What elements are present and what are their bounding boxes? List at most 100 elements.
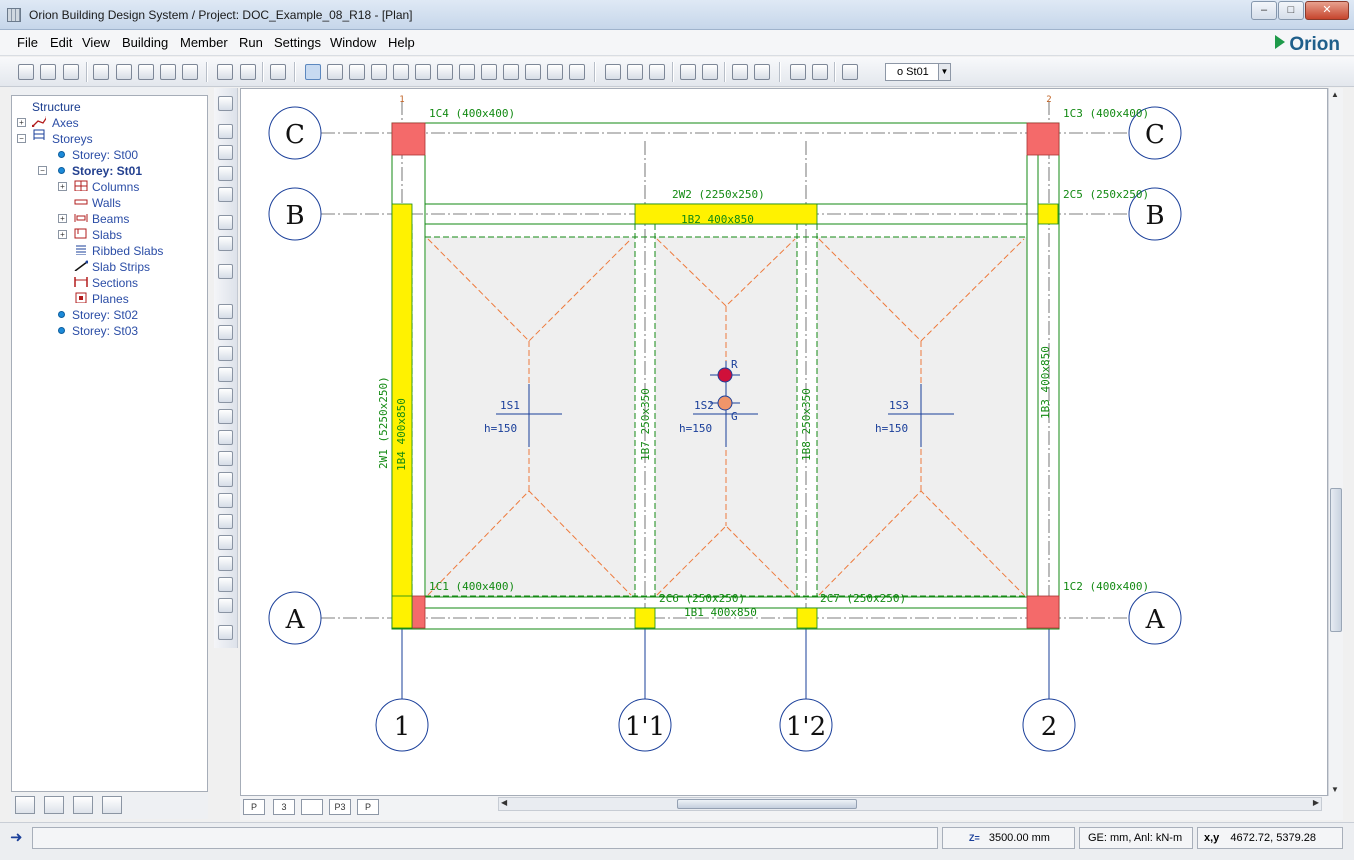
chevron-down-icon[interactable]: ▼ — [938, 64, 950, 80]
layer-tool-3-icon[interactable] — [218, 346, 233, 361]
copy-icon[interactable] — [116, 64, 132, 80]
ribbed-slab-icon[interactable] — [437, 64, 453, 80]
scroll-left-icon[interactable]: ◀ — [501, 798, 507, 807]
dxf-icon[interactable] — [182, 64, 198, 80]
menu-building[interactable]: Building — [122, 35, 168, 50]
grid-icon[interactable] — [754, 64, 770, 80]
collapse-icon[interactable]: − — [38, 166, 47, 175]
zoom-extents-icon[interactable] — [218, 187, 233, 202]
menu-help[interactable]: Help — [388, 35, 415, 50]
move-icon[interactable] — [218, 215, 233, 230]
layer-tool-1-icon[interactable] — [218, 304, 233, 319]
deselect-icon[interactable] — [270, 64, 286, 80]
column-2c5[interactable] — [1037, 203, 1059, 225]
analysis-tab-icon[interactable] — [44, 796, 64, 814]
tree-item-beams[interactable]: Beams — [92, 212, 129, 226]
plan-drawing[interactable]: C B A C B A 1 1'1 1'2 2 1 2 1C4 (400x400… — [241, 89, 1328, 796]
list-icon[interactable] — [790, 64, 806, 80]
wall-tool-icon[interactable] — [371, 64, 387, 80]
plane-icon[interactable] — [569, 64, 585, 80]
layer-tool-11-icon[interactable] — [218, 514, 233, 529]
window-icon[interactable] — [812, 64, 828, 80]
tree-item-storey-st00[interactable]: Storey: St00 — [72, 148, 138, 162]
layer-tool-8-icon[interactable] — [218, 451, 233, 466]
expand-icon[interactable]: + — [58, 182, 67, 191]
tree-panel-grip[interactable] — [11, 87, 208, 95]
undo-icon[interactable] — [217, 64, 233, 80]
horizontal-scrollbar[interactable]: ◀ ▶ — [498, 797, 1322, 811]
stair-icon[interactable] — [525, 64, 541, 80]
zoom-previous-icon[interactable] — [218, 145, 233, 160]
tree-item-sections[interactable]: Sections — [92, 276, 138, 290]
tree-item-walls[interactable]: Walls — [92, 196, 121, 210]
zoom-out-icon[interactable] — [218, 166, 233, 181]
column-2c7[interactable] — [796, 607, 818, 629]
open-folder-icon[interactable] — [40, 64, 56, 80]
layer-tool-5-icon[interactable] — [218, 388, 233, 403]
design-tab-icon[interactable] — [73, 796, 93, 814]
expand-icon[interactable]: + — [17, 118, 26, 127]
column-tool-icon[interactable] — [349, 64, 365, 80]
structure-tab-icon[interactable] — [15, 796, 35, 814]
tree-item-slabs[interactable]: Slabs — [92, 228, 122, 242]
collapse-icon[interactable]: − — [17, 134, 26, 143]
layer-tool-14-icon[interactable] — [218, 577, 233, 592]
app-icon[interactable] — [7, 8, 21, 22]
layer-tool-9-icon[interactable] — [218, 472, 233, 487]
column-1c4[interactable] — [391, 122, 426, 156]
rebar-icon[interactable] — [702, 64, 718, 80]
zoom-window-icon[interactable] — [218, 124, 233, 139]
draw-line-icon[interactable] — [327, 64, 343, 80]
menu-window[interactable]: Window — [330, 35, 376, 50]
palette-icon[interactable] — [218, 264, 233, 279]
column-1c1[interactable] — [411, 595, 426, 629]
menu-run[interactable]: Run — [239, 35, 263, 50]
minimize-button[interactable]: – — [1251, 1, 1277, 20]
foundation-icon[interactable] — [547, 64, 563, 80]
frame-icon[interactable] — [503, 64, 519, 80]
menu-view[interactable]: View — [82, 35, 110, 50]
tree-item-planes[interactable]: Planes — [92, 292, 129, 306]
expand-icon[interactable]: + — [58, 230, 67, 239]
maximize-button[interactable]: □ — [1278, 1, 1304, 20]
tree-item-axes[interactable]: Axes — [52, 116, 79, 130]
save-icon[interactable] — [63, 64, 79, 80]
new-file-icon[interactable] — [18, 64, 34, 80]
rigidity-center-icon[interactable] — [717, 367, 733, 383]
section-icon[interactable] — [481, 64, 497, 80]
storey-up-icon[interactable] — [842, 64, 858, 80]
load-icon[interactable] — [605, 64, 621, 80]
tree-item-storey-st01[interactable]: Storey: St01 — [72, 164, 142, 178]
menu-member[interactable]: Member — [180, 35, 228, 50]
scroll-right-icon[interactable]: ▶ — [1313, 798, 1319, 807]
select-pointer-icon[interactable] — [305, 64, 321, 80]
scroll-up-icon[interactable]: ▲ — [1331, 90, 1339, 99]
column-2c6[interactable] — [634, 607, 656, 629]
menu-settings[interactable]: Settings — [274, 35, 321, 50]
gravity-center-icon[interactable] — [717, 395, 733, 411]
plan-canvas[interactable]: C B A C B A 1 1'1 1'2 2 1 2 1C4 (400x400… — [240, 88, 1328, 796]
slab-1s1-area[interactable] — [426, 237, 635, 596]
drawing-tab-icon[interactable] — [102, 796, 122, 814]
command-line[interactable] — [32, 827, 938, 849]
tree-item-storeys[interactable]: Storeys — [52, 132, 93, 146]
tree-item-storey-st02[interactable]: Storey: St02 — [72, 308, 138, 322]
storey-select[interactable]: o St01 ▼ — [885, 63, 951, 81]
layer-tool-4-icon[interactable] — [218, 367, 233, 382]
tree-item-ribbed-slabs[interactable]: Ribbed Slabs — [92, 244, 163, 258]
menu-file[interactable]: File — [17, 35, 38, 50]
view-tab-plan[interactable]: P — [243, 799, 265, 815]
report-icon[interactable] — [732, 64, 748, 80]
view-tab-plan-3d[interactable]: P3 — [329, 799, 351, 815]
tree-item-storey-st03[interactable]: Storey: St03 — [72, 324, 138, 338]
slab-1s3-area[interactable] — [817, 237, 1027, 596]
export-icon[interactable] — [160, 64, 176, 80]
close-button[interactable]: ✕ — [1305, 1, 1349, 20]
delete-icon[interactable] — [240, 64, 256, 80]
vertical-scroll-thumb[interactable] — [1330, 488, 1342, 632]
pencil-icon[interactable] — [218, 96, 233, 111]
view-tab-plan-split[interactable]: P — [357, 799, 379, 815]
layer-tool-10-icon[interactable] — [218, 493, 233, 508]
member-table-icon[interactable] — [649, 64, 665, 80]
scroll-down-icon[interactable]: ▼ — [1331, 785, 1339, 794]
